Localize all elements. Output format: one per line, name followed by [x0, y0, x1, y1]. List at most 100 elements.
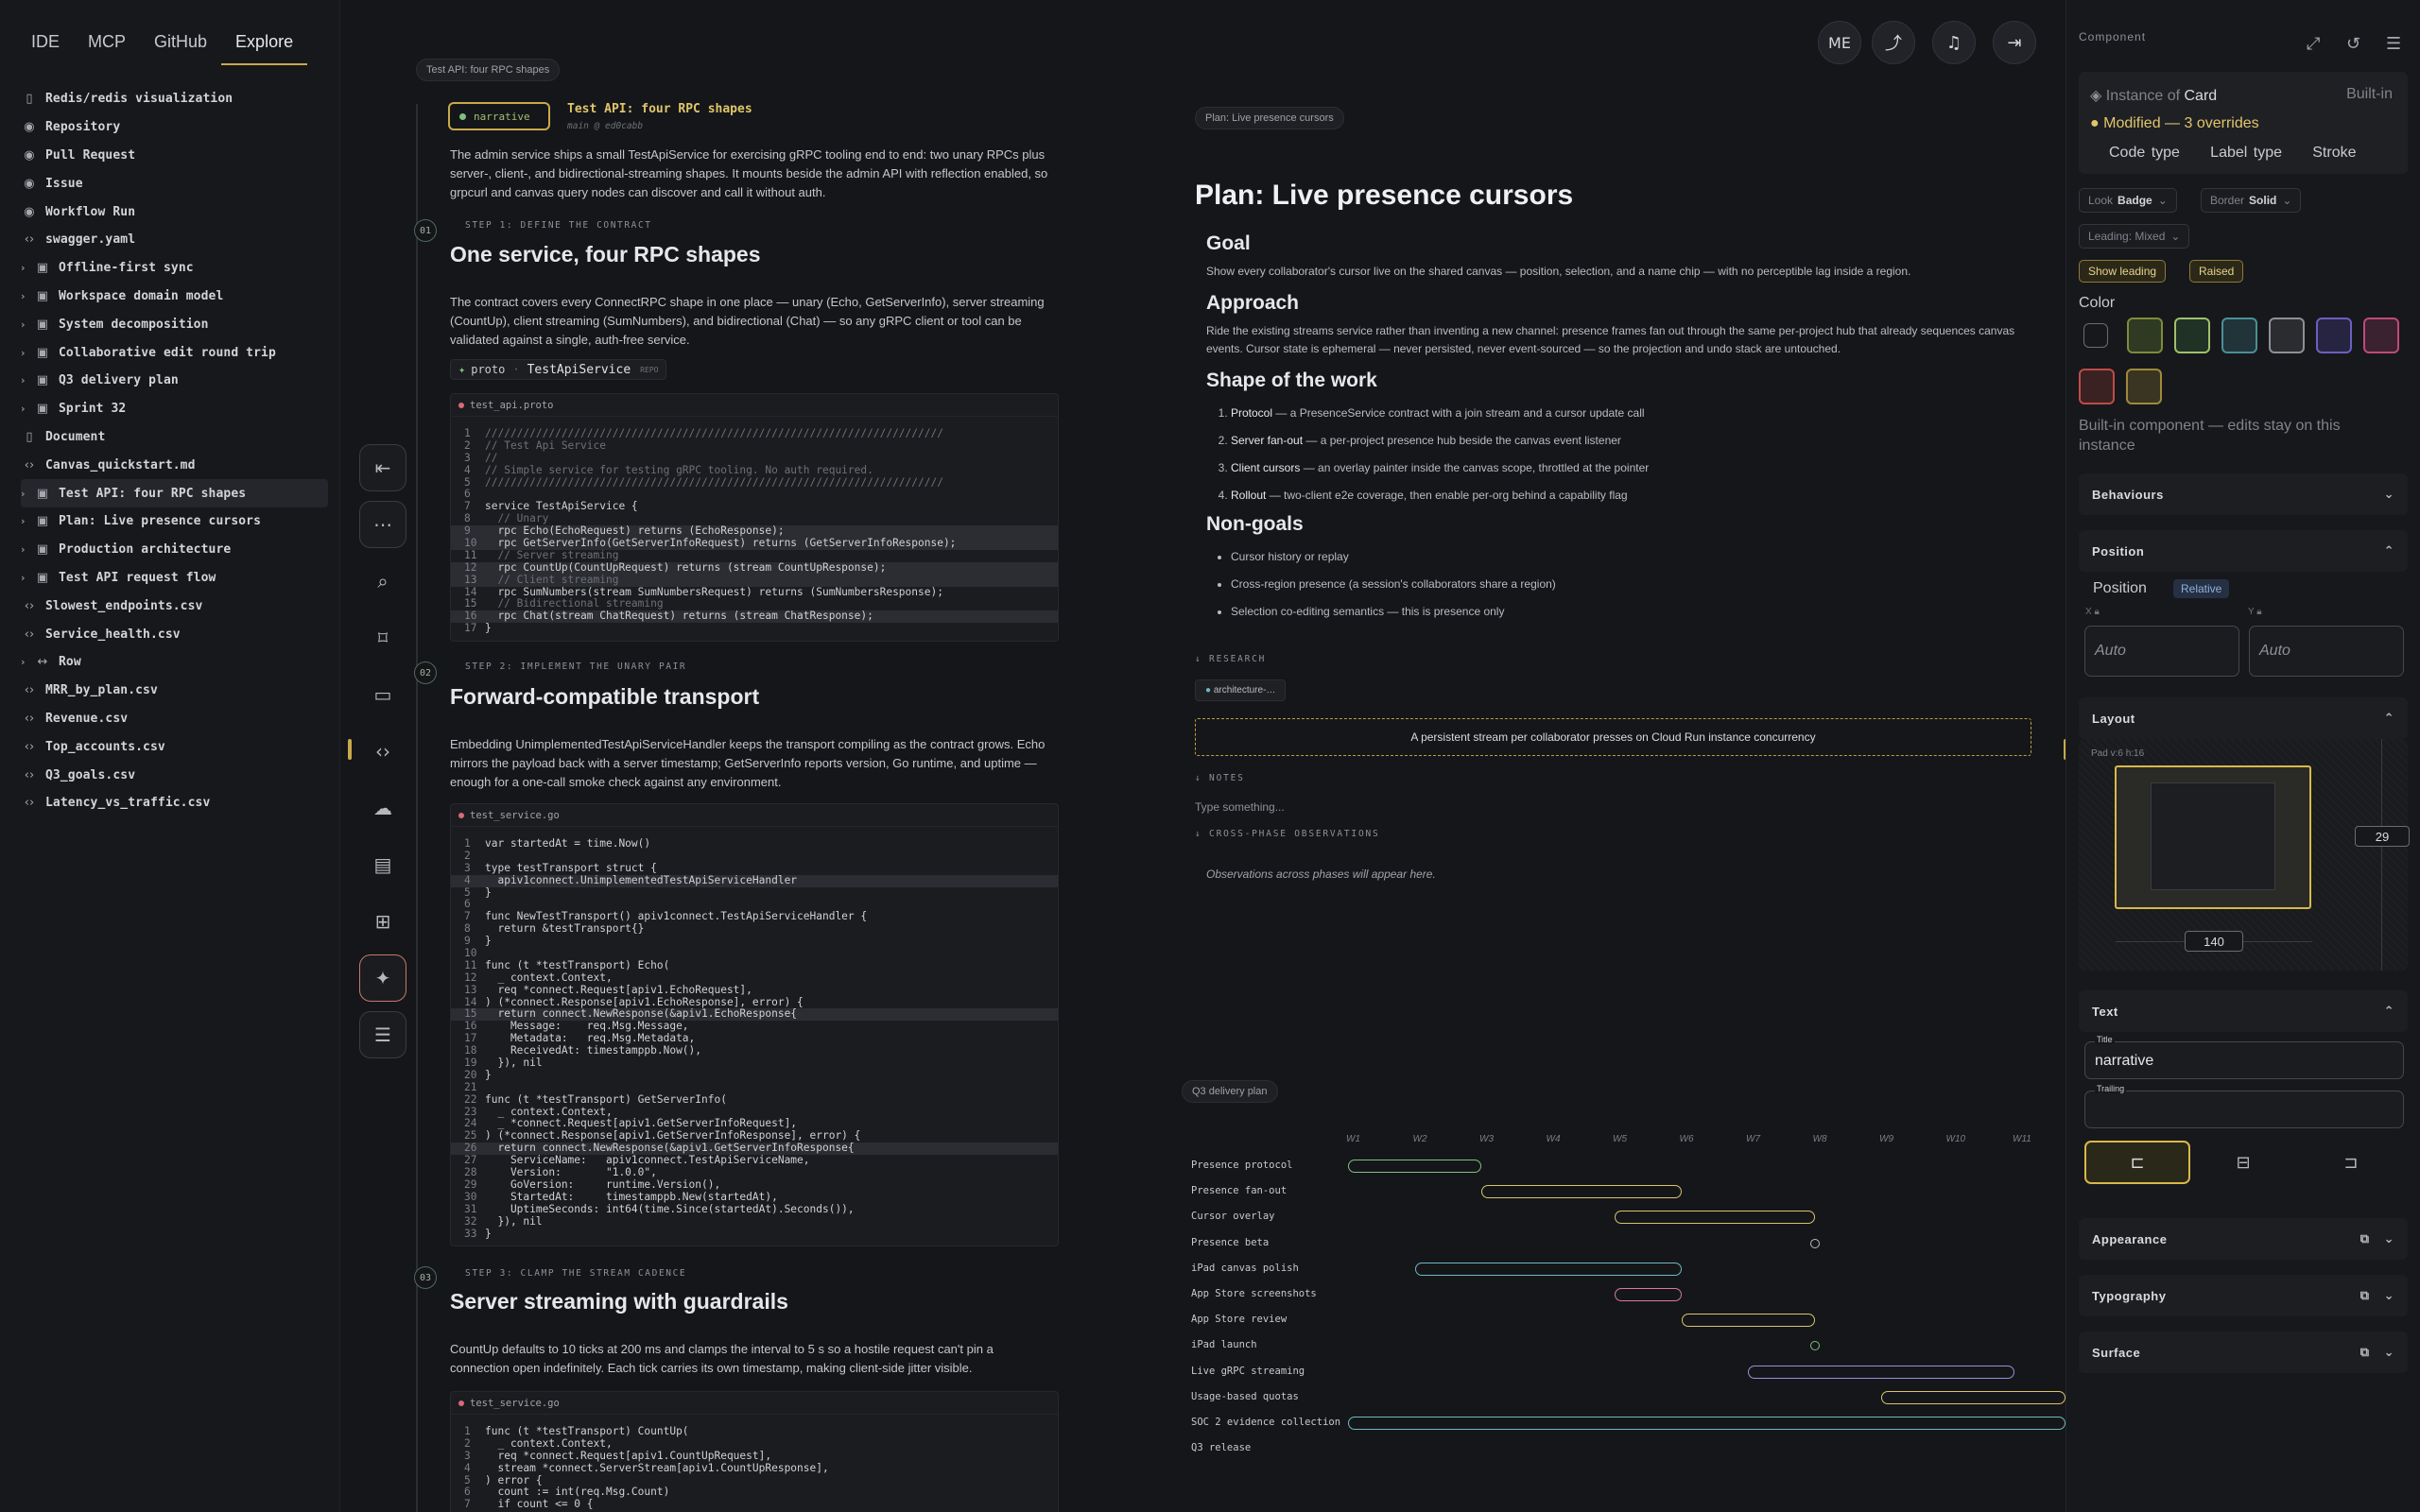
align-center-icon[interactable]: ⊟ [2192, 1141, 2294, 1184]
position-value[interactable]: Relative [2173, 579, 2230, 598]
tree-item[interactable]: ‹› Slowest_endpoints.csv [21, 592, 328, 620]
notes-input[interactable]: Type something... [1195, 800, 2027, 814]
tree-item[interactable]: ‹› Q3_goals.csv [21, 761, 328, 789]
tree-item[interactable]: › ▣ Sprint 32 [21, 395, 328, 423]
tree-item[interactable]: ◉ Workflow Run [21, 198, 328, 226]
exit-icon[interactable]: ⇥ [1993, 21, 2036, 64]
color-swatch[interactable] [2174, 318, 2210, 353]
detach-icon[interactable]: ⤢ [2307, 34, 2320, 54]
raised-toggle[interactable]: Raised [2189, 260, 2244, 283]
border-dropdown[interactable]: Border Solid ⌄ [2201, 188, 2302, 213]
section-position[interactable]: Position ⌃ [2079, 530, 2408, 572]
tab-mcp[interactable]: MCP [74, 28, 140, 65]
gantt-bar[interactable] [1881, 1390, 2066, 1404]
gantt-bar[interactable] [1615, 1288, 1682, 1301]
section-appearance[interactable]: Appearance ⧉ ⌄ [2079, 1218, 2408, 1260]
tree-item[interactable]: ◉ Pull Request [21, 142, 328, 170]
x-input[interactable]: Auto [2084, 626, 2239, 677]
avatar[interactable]: ME [1818, 21, 1861, 64]
tree-item[interactable]: ‹› Revenue.csv [21, 705, 328, 733]
tree-item[interactable]: ‹› swagger.yaml [21, 226, 328, 254]
tree-item[interactable]: ‹› Canvas_quickstart.md [21, 451, 328, 479]
gantt-milestone[interactable] [1809, 1341, 1820, 1351]
no-color-swatch[interactable] [2083, 323, 2108, 348]
comment-icon[interactable]: ▭ [359, 671, 406, 718]
layout-icon[interactable]: ▤ [359, 841, 406, 888]
section-typography[interactable]: Typography ⧉ ⌄ [2079, 1275, 2408, 1316]
more-icon[interactable]: ⋯ [359, 501, 406, 548]
color-swatch[interactable] [2126, 369, 2162, 404]
title-field[interactable]: Title narrative [2084, 1035, 2404, 1079]
tab-ide[interactable]: IDE [17, 28, 74, 65]
section-behaviours[interactable]: Behaviours ⌄ [2079, 473, 2408, 515]
tree-item[interactable]: ▯ Document [21, 423, 328, 452]
chevron-right-icon[interactable]: › [21, 318, 34, 331]
collapse-icon[interactable]: ⇤ [359, 444, 406, 491]
look-dropdown[interactable]: Look Badge ⌄ [2079, 188, 2177, 213]
components-icon[interactable]: ⊞ [359, 898, 406, 945]
gantt-bar[interactable] [1348, 1417, 2066, 1430]
gantt-bar[interactable] [1481, 1185, 1682, 1199]
tree-item[interactable]: › ▣ Q3 delivery plan [21, 367, 328, 395]
color-swatch[interactable] [2316, 318, 2352, 353]
tree-item[interactable]: › ▣ Offline-first sync [21, 254, 328, 283]
tree-item[interactable]: ‹› MRR_by_plan.csv [21, 677, 328, 705]
sliders-icon[interactable]: ☰ [359, 1011, 406, 1058]
tree-item[interactable]: ◉ Issue [21, 169, 328, 198]
chevron-right-icon[interactable]: › [21, 656, 34, 668]
tree-item[interactable]: ‹› Service_health.csv [21, 620, 328, 648]
show-leading-toggle[interactable]: Show leading [2079, 260, 2167, 283]
menu-icon[interactable]: ☰ [2386, 34, 2401, 54]
tab-github[interactable]: GitHub [140, 28, 221, 65]
section-surface[interactable]: Surface ⧉ ⌄ [2079, 1332, 2408, 1373]
cloud-icon[interactable]: ☁ [359, 784, 406, 832]
gantt-milestone[interactable] [1809, 1238, 1820, 1248]
height-value[interactable]: 29 [2355, 826, 2410, 847]
chevron-right-icon[interactable]: › [21, 543, 34, 556]
tree-item[interactable]: ‹› Top_accounts.csv [21, 732, 328, 761]
color-swatch[interactable] [2221, 318, 2257, 353]
chevron-right-icon[interactable]: › [21, 403, 34, 415]
color-swatch[interactable] [2127, 318, 2163, 353]
align-left-icon[interactable]: ⊏ [2084, 1141, 2190, 1184]
doc-breadcrumb[interactable]: Test API: four RPC shapes [416, 59, 561, 81]
code-icon[interactable]: ‹› [359, 728, 406, 775]
sparkle-icon[interactable]: ✦ [359, 954, 406, 1002]
proto-tag[interactable]: ✦ proto · TestApiService REPO [450, 359, 667, 380]
chevron-right-icon[interactable]: › [21, 488, 34, 500]
tab-explore[interactable]: Explore [221, 28, 308, 65]
chevron-right-icon[interactable]: › [21, 515, 34, 527]
trailing-field[interactable]: Trailing [2084, 1084, 2404, 1128]
gantt-breadcrumb[interactable]: Q3 delivery plan [1182, 1080, 1278, 1103]
color-swatch[interactable] [2363, 318, 2399, 353]
tree-item[interactable]: › ▣ System decomposition [21, 310, 328, 338]
share-icon[interactable]: ⤴ [1872, 21, 1915, 64]
width-value[interactable]: 140 [2185, 931, 2243, 952]
search-icon[interactable]: ⌕ [359, 558, 406, 605]
tree-item[interactable]: ▯ Redis/redis visualization [21, 85, 328, 113]
gantt-bar[interactable] [1748, 1365, 2014, 1379]
tree-item[interactable]: › ▣ Workspace domain model [21, 283, 328, 311]
bookmark-icon[interactable]: ⌑ [359, 614, 406, 662]
tree-item[interactable]: › ▣ Production architecture [21, 536, 328, 564]
tree-item[interactable]: › ▣ Test API request flow [21, 564, 328, 593]
reset-icon[interactable]: ↺ [2346, 34, 2360, 54]
align-right-icon[interactable]: ⊐ [2300, 1141, 2402, 1184]
color-swatch[interactable] [2269, 318, 2305, 353]
tree-item[interactable]: › ↔ Row [21, 648, 328, 677]
y-input[interactable]: Auto [2249, 626, 2404, 677]
gantt-bar[interactable] [1348, 1160, 1481, 1173]
bell-icon[interactable]: ♫ [1932, 21, 1976, 64]
gantt-bar[interactable] [1681, 1314, 1815, 1328]
resize-handle[interactable] [348, 739, 352, 760]
gantt-bar[interactable] [1615, 1211, 1815, 1225]
tree-item[interactable]: › ▣ Plan: Live presence cursors [21, 507, 328, 536]
chevron-right-icon[interactable]: › [21, 290, 34, 302]
section-layout[interactable]: Layout ⌃ [2079, 697, 2408, 739]
chevron-right-icon[interactable]: › [21, 572, 34, 584]
chevron-right-icon[interactable]: › [21, 374, 34, 387]
research-chip[interactable]: ● architecture-… [1195, 679, 1287, 701]
chevron-right-icon[interactable]: › [21, 262, 34, 274]
tree-item[interactable]: ◉ Repository [21, 113, 328, 142]
plan-breadcrumb[interactable]: Plan: Live presence cursors [1195, 107, 1344, 129]
